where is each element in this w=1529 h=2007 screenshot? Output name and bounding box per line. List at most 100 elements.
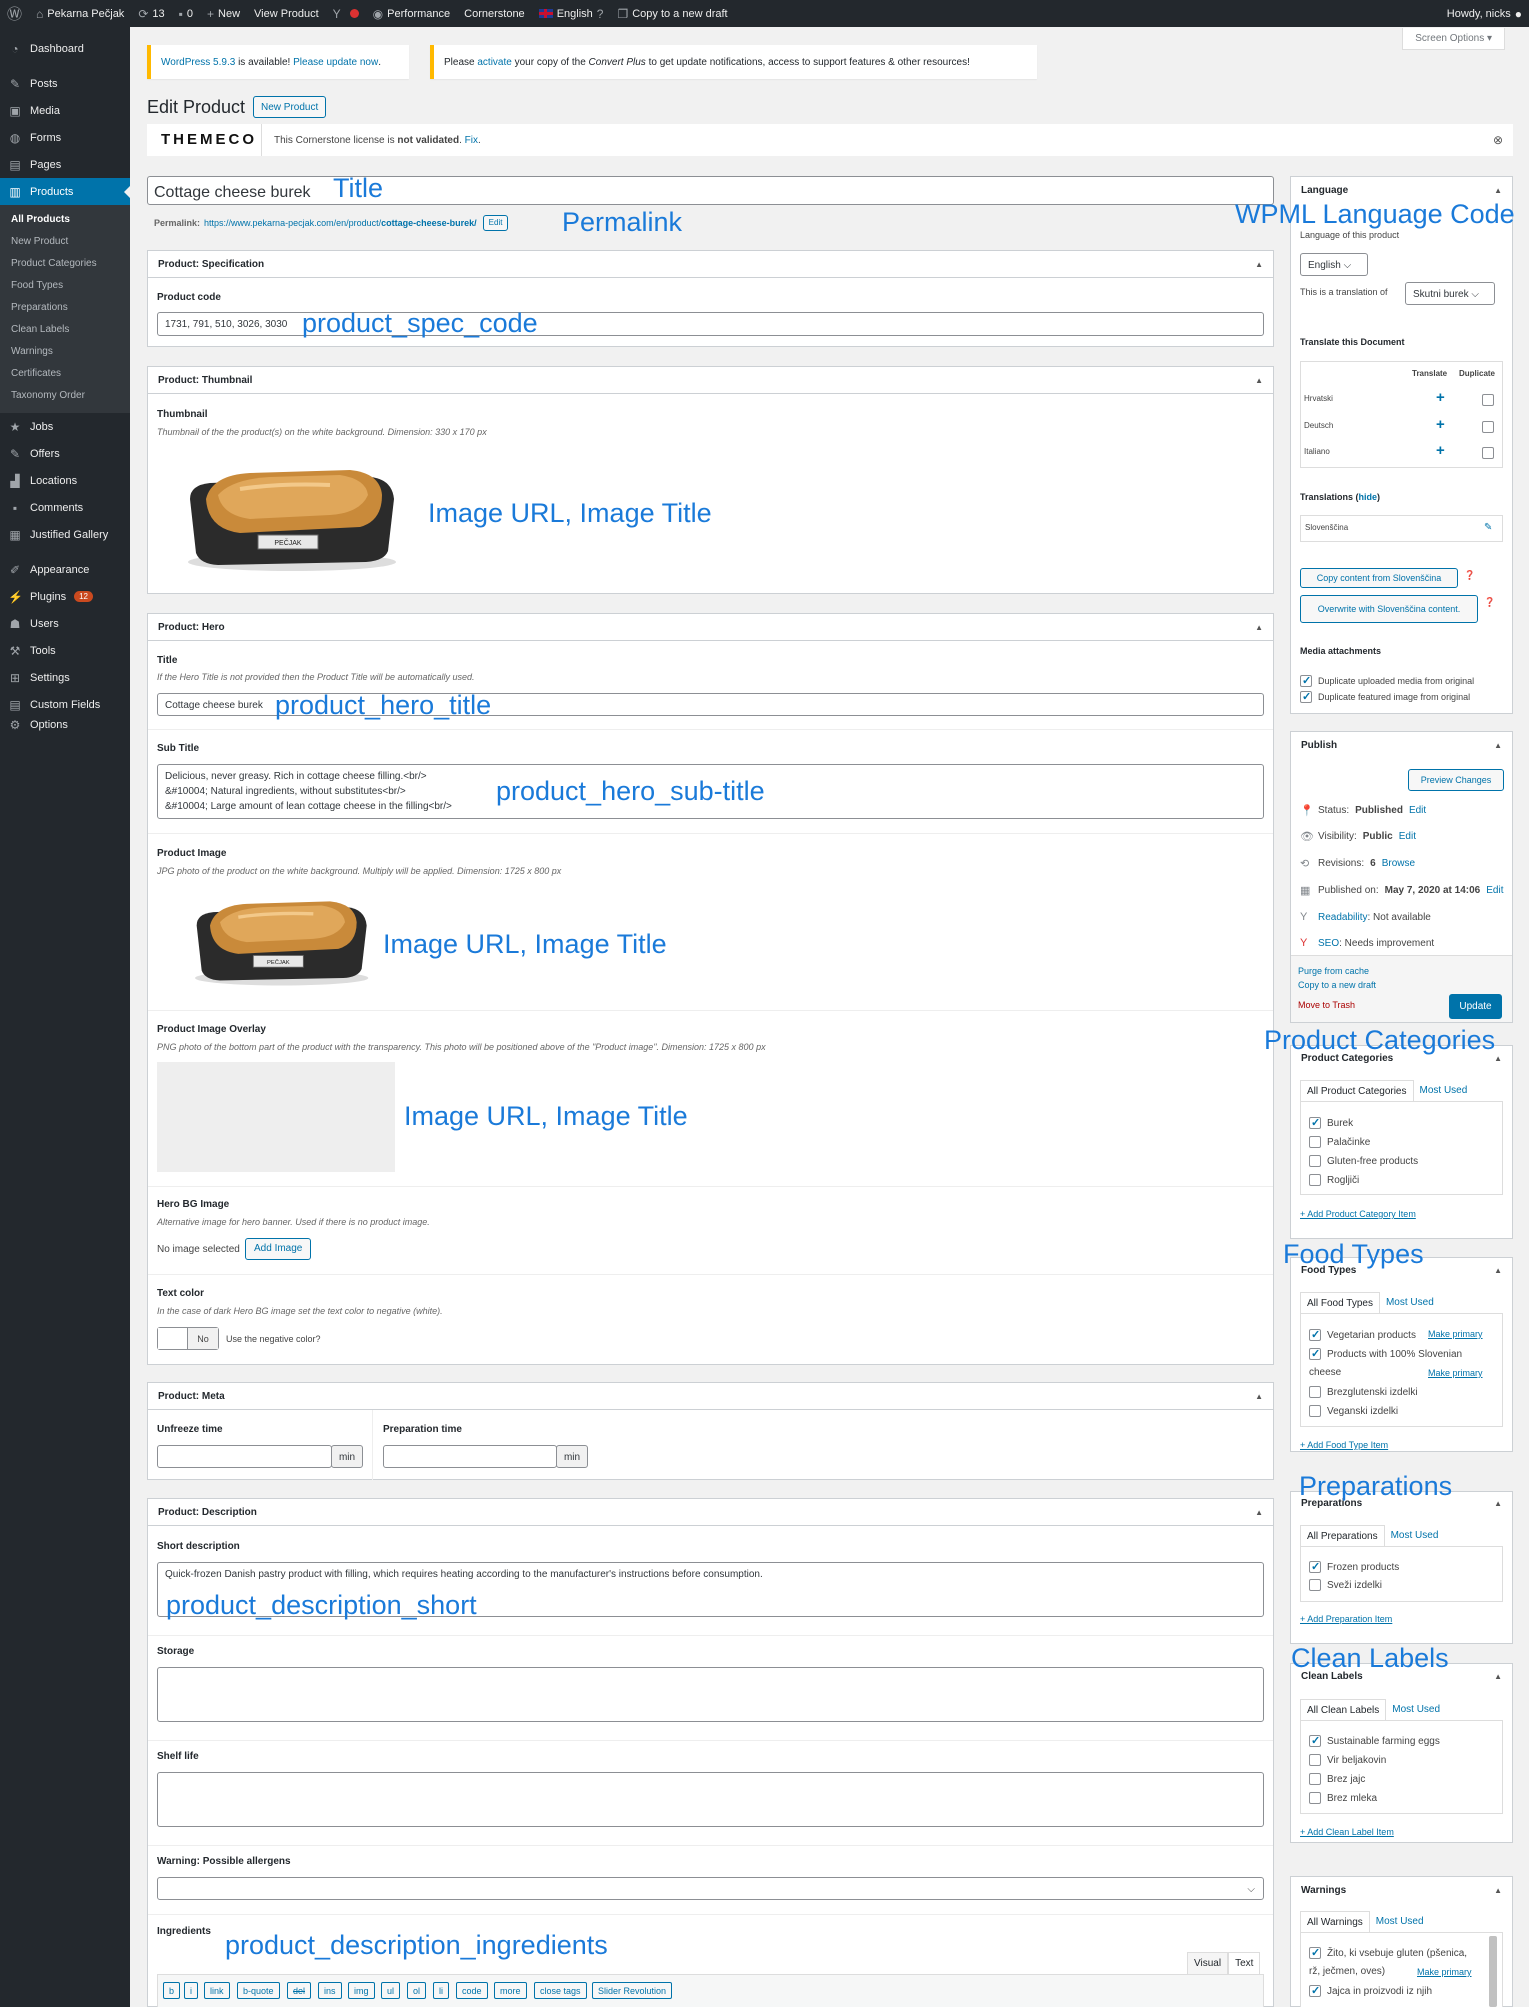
updates-link[interactable]: ⟳ 13 [131,0,171,27]
clean-label-protein-checkbox[interactable] [1309,1754,1321,1766]
menu-justified-gallery[interactable]: ▦ Justified Gallery [0,521,130,548]
help-icon[interactable]: ❓ [1464,570,1475,581]
tab-all-food-types[interactable]: All Food Types [1300,1292,1380,1314]
menu-posts[interactable]: ✎ Posts [0,70,130,97]
overwrite-content-button[interactable]: Overwrite with Slovenščina content. [1300,595,1478,623]
shelf-life-textarea[interactable] [157,1772,1264,1827]
warnings-scrollbar[interactable] [1489,1936,1497,2007]
submenu-preparations[interactable]: Preparations [0,297,130,319]
submenu-clean-labels[interactable]: Clean Labels [0,319,130,341]
quicktag-img[interactable]: img [348,1982,375,1999]
permalink-edit-button[interactable]: Edit [482,215,509,231]
food-type-vegan-checkbox[interactable] [1309,1405,1321,1417]
menu-appearance[interactable]: ✐ Appearance [0,556,130,583]
preparation-fresh-checkbox[interactable] [1309,1579,1321,1591]
new-content-link[interactable]: + New [200,0,247,27]
make-primary-vegetarian-link[interactable]: Make primary [1428,1329,1483,1339]
category-palacinke-checkbox[interactable] [1309,1136,1321,1148]
make-primary-warning-link[interactable]: Make primary [1417,1967,1472,1977]
submenu-warnings[interactable]: Warnings [0,341,130,363]
add-translation-it-icon[interactable]: + [1436,442,1445,459]
menu-media[interactable]: ▣ Media [0,97,130,124]
negative-color-toggle[interactable]: No [157,1327,219,1350]
tab-most-used-warnings[interactable]: Most Used [1370,1911,1430,1933]
language-switcher[interactable]: English? [532,0,611,27]
cornerstone-link[interactable]: Cornerstone [457,0,532,27]
quicktag-i[interactable]: i [184,1982,198,1999]
title-input[interactable]: Cottage cheese burek [147,176,1274,205]
submenu-all-products[interactable]: All Products [0,209,130,231]
quicktag-code[interactable]: code [456,1982,488,1999]
preparation-frozen-checkbox[interactable] [1309,1560,1321,1573]
duplicate-it-checkbox[interactable] [1482,447,1494,459]
translation-of-select[interactable]: Skutni burek ⌵ [1405,282,1495,305]
quicktag-slider-revolution[interactable]: Slider Revolution [592,1982,673,1999]
permalink-link[interactable]: https://www.pekarna-pecjak.com/en/produc… [204,218,477,228]
menu-pages[interactable]: ▤ Pages [0,151,130,178]
menu-dashboard[interactable]: ◔ Dashboard [0,35,130,62]
allergens-select[interactable]: ⌵ [157,1877,1264,1900]
toggle-arrow-icon[interactable]: ▲ [1494,1499,1502,1508]
menu-products[interactable]: ▥ Products [0,178,131,205]
view-product-link[interactable]: View Product [247,0,326,27]
quicktag-ins[interactable]: ins [318,1982,342,1999]
submenu-new-product[interactable]: New Product [0,231,130,253]
submenu-product-categories[interactable]: Product Categories [0,253,130,275]
menu-locations[interactable]: ▟ Locations [0,467,130,494]
category-burek-checkbox[interactable] [1309,1116,1321,1129]
tab-all-preparations[interactable]: All Preparations [1300,1525,1385,1547]
edit-pencil-icon[interactable]: ✎ [1484,522,1492,533]
category-gluten-free-checkbox[interactable] [1309,1155,1321,1167]
close-icon[interactable]: ⊗ [1493,133,1503,147]
update-button[interactable]: Update [1449,994,1502,1019]
copy-draft-link[interactable]: Copy to a new draft [1298,980,1376,990]
new-product-button[interactable]: New Product [253,96,327,118]
menu-settings[interactable]: ⊞ Settings [0,664,130,691]
add-translation-hr-icon[interactable]: + [1436,389,1445,406]
menu-users[interactable]: ☗ Users [0,610,130,637]
food-type-vegetarian-checkbox[interactable] [1309,1328,1321,1341]
clean-label-no-milk-checkbox[interactable] [1309,1792,1321,1804]
screen-options-button[interactable]: Screen Options ▾ [1402,28,1505,50]
comments-link[interactable]: ▪ 0 [172,0,200,27]
purge-cache-link[interactable]: Purge from cache [1298,966,1369,976]
toggle-arrow-icon[interactable]: ▲ [1255,376,1263,385]
submenu-certificates[interactable]: Certificates [0,363,130,385]
menu-offers[interactable]: ✎ Offers [0,440,130,467]
menu-custom-fields[interactable]: ▤ Custom Fields [0,691,130,718]
tab-all-clean-labels[interactable]: All Clean Labels [1300,1699,1387,1721]
duplicate-media-checkbox[interactable] [1300,674,1312,687]
toggle-arrow-icon[interactable]: ▲ [1494,1672,1502,1681]
quicktag-link[interactable]: link [204,1982,230,1999]
menu-jobs[interactable]: ★ Jobs [0,413,130,440]
toggle-arrow-icon[interactable]: ▲ [1494,1266,1502,1275]
toggle-arrow-icon[interactable]: ▲ [1255,1508,1263,1517]
menu-comments[interactable]: ▪ Comments [0,494,130,521]
edit-status-link[interactable]: Edit [1409,805,1426,816]
seo-link[interactable]: SEO [1318,938,1339,949]
menu-options[interactable]: ⚙ Options [0,718,130,732]
menu-forms[interactable]: ◍ Forms [0,124,130,151]
toggle-arrow-icon[interactable]: ▲ [1494,1886,1502,1895]
add-preparation-link[interactable]: + Add Preparation Item [1300,1614,1392,1624]
add-translation-de-icon[interactable]: + [1436,416,1445,433]
quicktag-del[interactable]: del [287,1982,312,1999]
product-image[interactable]: PEČJAK [180,893,380,993]
tab-visual[interactable]: Visual [1187,1952,1229,1974]
preparation-time-input[interactable] [383,1445,557,1468]
fix-link[interactable]: Fix [465,135,478,146]
duplicate-de-checkbox[interactable] [1482,421,1494,433]
hide-translations-link[interactable]: hide [1359,492,1378,502]
submenu-taxonomy-order[interactable]: Taxonomy Order [0,385,130,407]
toggle-arrow-icon[interactable]: ▲ [1255,260,1263,269]
copy-content-button[interactable]: Copy content from Slovenščina [1300,568,1458,588]
edit-visibility-link[interactable]: Edit [1399,831,1416,842]
tab-most-used-clean-labels[interactable]: Most Used [1386,1699,1446,1721]
edit-date-link[interactable]: Edit [1486,885,1503,896]
update-now-link[interactable]: Please update now [293,57,378,68]
performance-link[interactable]: ◉ Performance [366,0,457,27]
add-food-type-link[interactable]: + Add Food Type Item [1300,1440,1388,1450]
wp-version-link[interactable]: WordPress 5.9.3 [161,57,235,68]
food-type-gluten-free-checkbox[interactable] [1309,1386,1321,1398]
quicktag-b-quote[interactable]: b-quote [237,1982,280,1999]
